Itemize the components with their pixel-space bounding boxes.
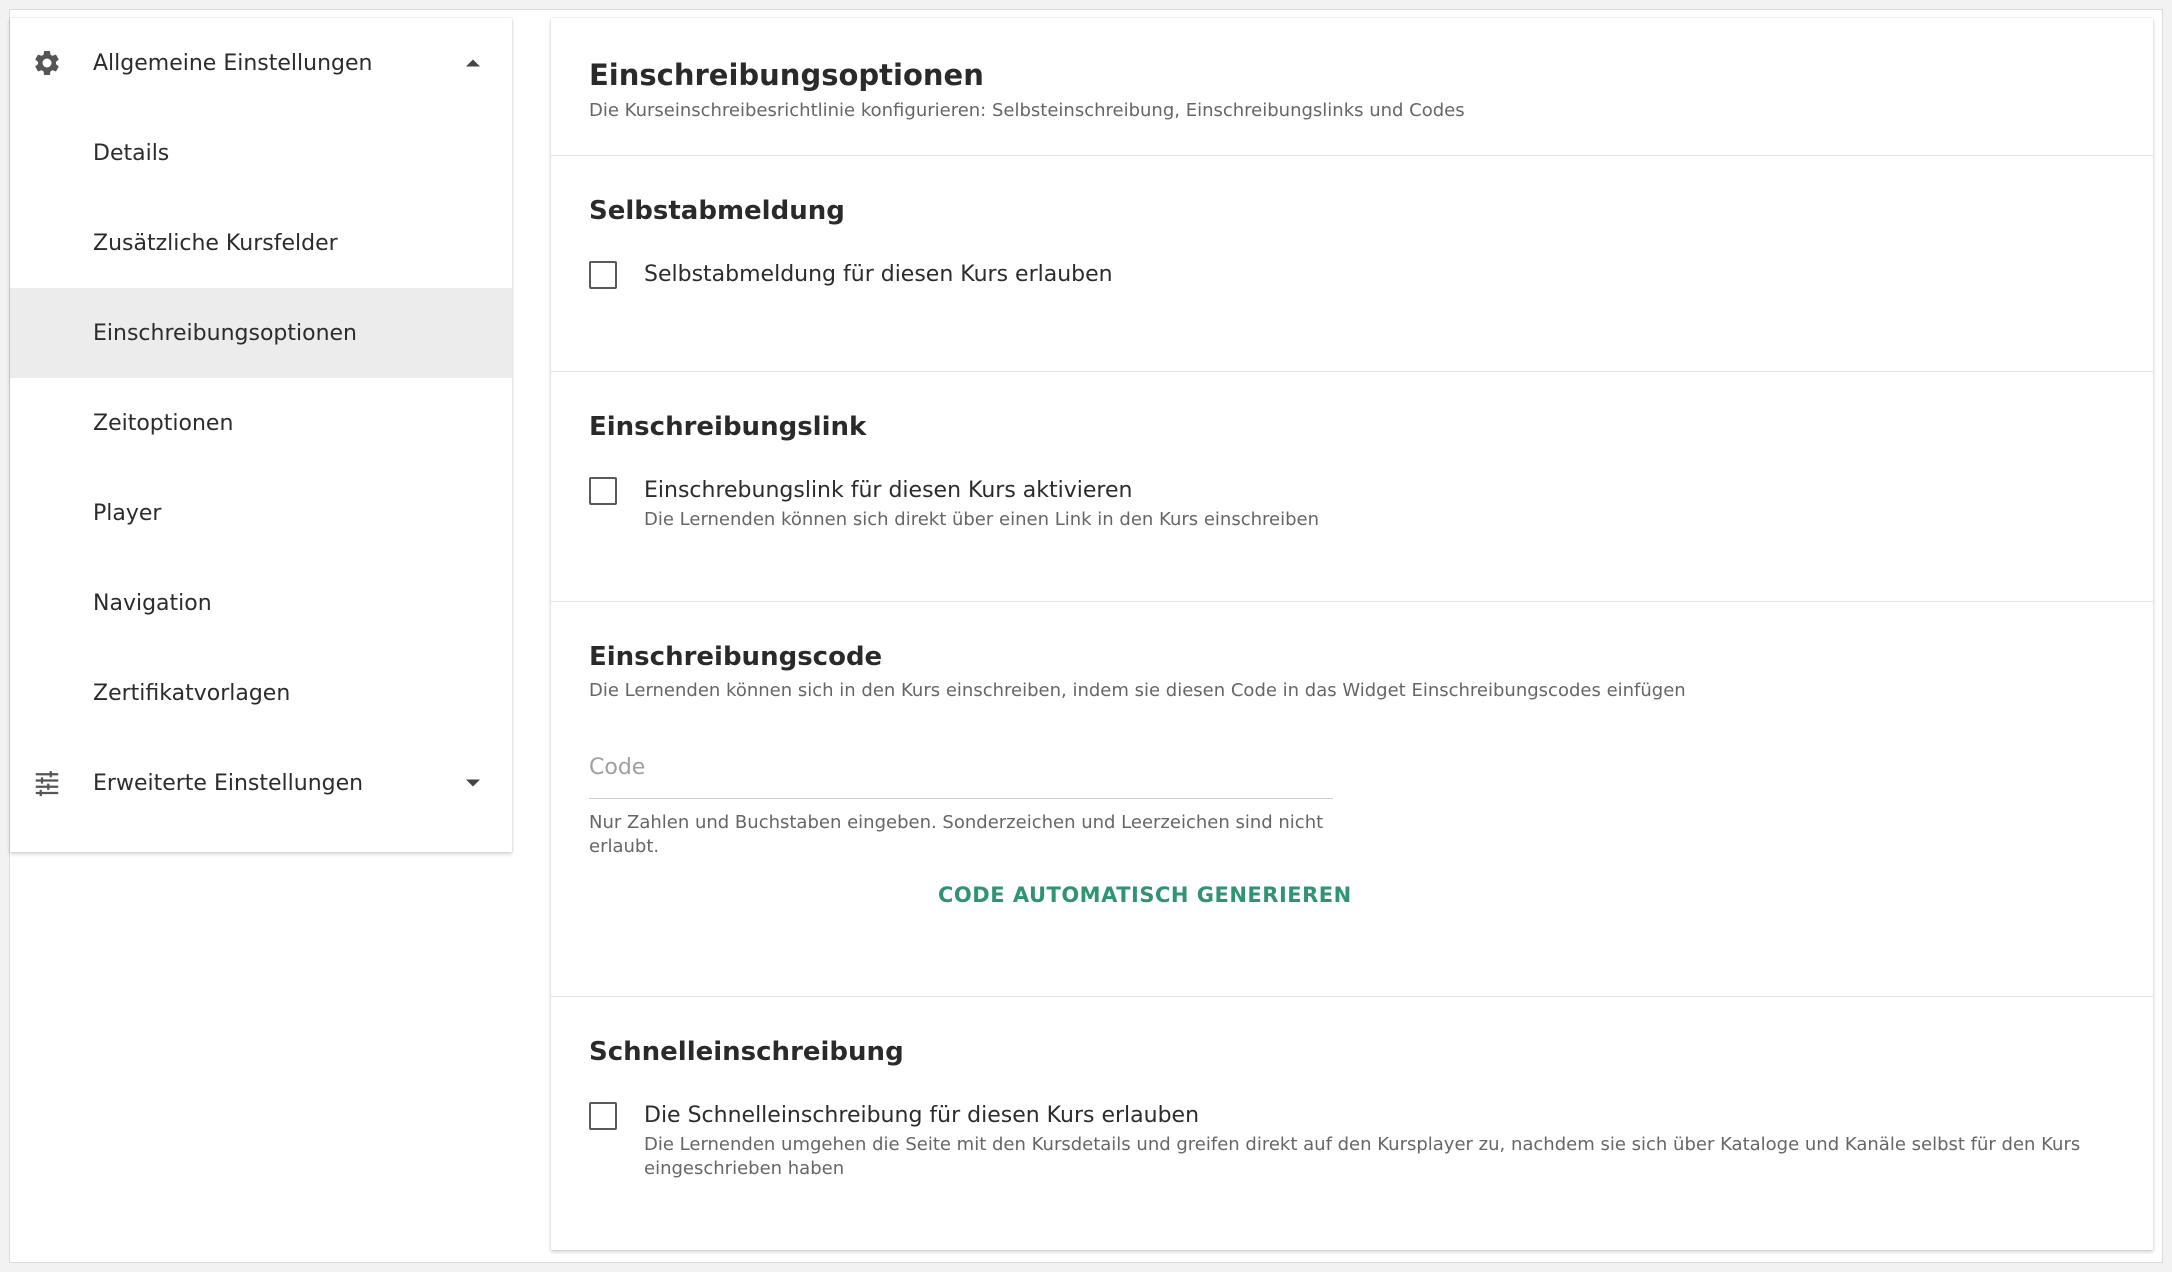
checkbox-text: Einschrebungslink für diesen Kurs aktivi… — [644, 476, 1319, 532]
self-unenroll-section: Selbstabmeldung Selbstabmeldung für dies… — [551, 156, 2153, 372]
enroll-link-checkbox[interactable] — [589, 477, 617, 505]
settings-sidebar: Allgemeine Einstellungen Details Zusätzl… — [10, 18, 512, 852]
field-help: Nur Zahlen und Buchstaben eingeben. Sond… — [589, 812, 1324, 857]
checkbox-text: Selbstabmeldung für diesen Kurs erlauben — [644, 260, 1113, 290]
checkbox-label[interactable]: Die Schnelleinschreibung für diesen Kurs… — [644, 1101, 2123, 1131]
sidebar-item-label: Navigation — [93, 590, 212, 616]
checkbox-help: Die Lernenden können sich direkt über ei… — [644, 509, 1320, 530]
quick-enroll-option: Die Schnelleinschreibung für diesen Kurs… — [589, 1101, 2123, 1181]
checkbox-label[interactable]: Einschrebungslink für diesen Kurs aktivi… — [644, 476, 1319, 506]
page-header: Einschreibungsoptionen Die Kurseinschrei… — [551, 18, 2153, 156]
sidebar-item-additional-course-fields[interactable]: Zusätzliche Kursfelder — [10, 198, 512, 288]
section-title: Schnelleinschreibung — [589, 1037, 904, 1067]
sidebar-item-label: Zertifikatvorlagen — [93, 680, 291, 706]
sidebar-item-player[interactable]: Player — [10, 468, 512, 558]
enroll-code-section: Einschreibungscode Die Lernenden können … — [551, 602, 2153, 997]
enrollment-options-panel: Einschreibungsoptionen Die Kurseinschrei… — [551, 18, 2153, 1250]
sidebar-item-label: Details — [93, 140, 170, 166]
page-title: Einschreibungsoptionen — [589, 58, 984, 92]
sidebar-item-navigation[interactable]: Navigation — [10, 558, 512, 648]
chevron-down-icon — [466, 779, 480, 787]
code-field-wrapper: Nur Zahlen und Buchstaben eingeben. Sond… — [589, 755, 2123, 859]
section-description: Die Lernenden können sich in den Kurs ei… — [589, 680, 1686, 701]
enroll-link-section: Einschreibungslink Einschrebungslink für… — [551, 372, 2153, 602]
sidebar-item-enrollment-options[interactable]: Einschreibungsoptionen — [10, 288, 512, 378]
sidebar-item-label: Zeitoptionen — [93, 410, 234, 436]
sidebar-group-label: Allgemeine Einstellungen — [93, 50, 373, 76]
enroll-link-option: Einschrebungslink für diesen Kurs aktivi… — [589, 476, 2123, 532]
section-title: Einschreibungslink — [589, 412, 867, 442]
enroll-code-input[interactable] — [589, 755, 1333, 799]
sidebar-item-label: Einschreibungsoptionen — [93, 320, 357, 346]
app-frame: Allgemeine Einstellungen Details Zusätzl… — [9, 9, 2163, 1263]
generate-code-button[interactable]: CODE AUTOMATISCH GENERIEREN — [938, 883, 1352, 907]
section-title: Einschreibungscode — [589, 642, 883, 672]
sidebar-group-advanced-settings[interactable]: Erweiterte Einstellungen — [10, 738, 512, 828]
self-unenroll-checkbox[interactable] — [589, 261, 617, 289]
gear-icon — [35, 50, 59, 75]
section-title: Selbstabmeldung — [589, 196, 845, 226]
self-unenroll-option: Selbstabmeldung für diesen Kurs erlauben — [589, 260, 2123, 290]
page-subtitle: Die Kurseinschreibesrichtlinie konfiguri… — [589, 100, 1465, 121]
sidebar-item-time-options[interactable]: Zeitoptionen — [10, 378, 512, 468]
sidebar-item-label: Player — [93, 500, 162, 526]
checkbox-text: Die Schnelleinschreibung für diesen Kurs… — [644, 1101, 2123, 1181]
checkbox-help: Die Lernenden umgehen die Seite mit den … — [644, 1134, 2081, 1179]
checkbox-label[interactable]: Selbstabmeldung für diesen Kurs erlauben — [644, 260, 1113, 290]
sidebar-item-certificate-templates[interactable]: Zertifikatvorlagen — [10, 648, 512, 738]
sidebar-group-general-settings[interactable]: Allgemeine Einstellungen — [10, 18, 512, 108]
chevron-up-icon — [466, 59, 480, 67]
sliders-icon — [35, 771, 59, 797]
sidebar-item-details[interactable]: Details — [10, 108, 512, 198]
sidebar-group-label: Erweiterte Einstellungen — [93, 770, 364, 796]
quick-enroll-checkbox[interactable] — [589, 1102, 617, 1130]
quick-enroll-section: Schnelleinschreibung Die Schnelleinschre… — [551, 997, 2153, 1247]
sidebar-item-label: Zusätzliche Kursfelder — [93, 230, 338, 256]
